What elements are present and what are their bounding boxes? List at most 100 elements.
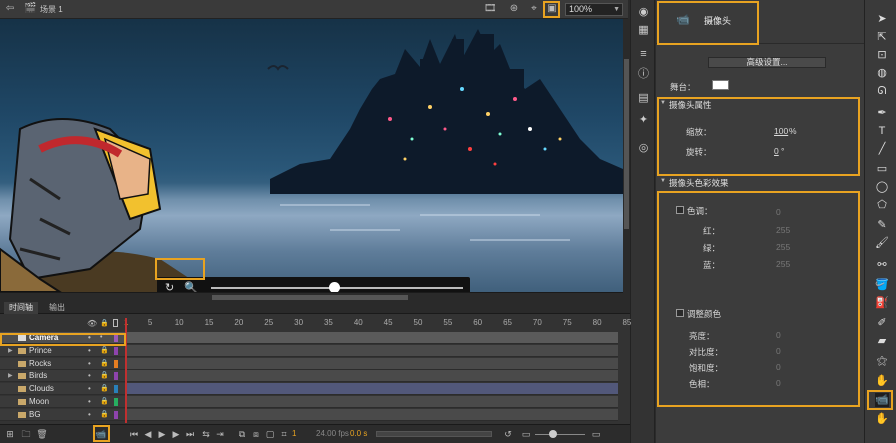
horizontal-scroll-thumb[interactable] bbox=[212, 295, 408, 300]
layer-row-bg[interactable]: BG • 🔒 bbox=[0, 408, 125, 421]
layer-name[interactable]: Rocks bbox=[29, 358, 51, 370]
ink-bottle-icon[interactable]: ⛽ bbox=[875, 296, 889, 310]
reset-zoom-icon[interactable]: ↺ bbox=[502, 428, 514, 440]
layer-color-swatch[interactable] bbox=[114, 359, 118, 368]
outline-all-icon[interactable] bbox=[113, 319, 118, 327]
edit-scene-icon[interactable]: 🎞 bbox=[484, 3, 497, 15]
delete-layer-icon[interactable]: 🗑 bbox=[36, 428, 48, 440]
text-tool-icon[interactable]: T bbox=[875, 124, 889, 138]
selection-tool-icon[interactable]: ➤ bbox=[875, 12, 889, 26]
visibility-dot[interactable]: • bbox=[88, 396, 91, 408]
lock-icon[interactable]: 🔒 bbox=[100, 370, 109, 382]
layer-color-swatch[interactable] bbox=[114, 410, 118, 419]
subselection-tool-icon[interactable]: ⇱ bbox=[875, 30, 889, 44]
paint-bucket-icon[interactable]: 🪣 bbox=[875, 278, 889, 292]
new-folder-icon[interactable]: 🗀 bbox=[20, 428, 32, 440]
current-frame[interactable]: 1 bbox=[292, 429, 296, 438]
lock-icon[interactable]: 🔒 bbox=[100, 409, 109, 421]
last-frame-icon[interactable]: ⏭ bbox=[184, 428, 196, 440]
layer-row-rocks[interactable]: Rocks • 🔒 bbox=[0, 357, 125, 370]
line-tool-icon[interactable]: ╱ bbox=[875, 142, 889, 156]
free-transform-icon[interactable]: ⊡ bbox=[875, 48, 889, 62]
rotate-camera-icon[interactable]: ↻ bbox=[165, 281, 174, 292]
frame-span[interactable] bbox=[125, 370, 618, 383]
layer-name[interactable]: Birds bbox=[29, 370, 47, 382]
zoom-tool-icon[interactable]: ✋ bbox=[875, 412, 889, 426]
properties-eye-icon[interactable]: ◉ bbox=[637, 6, 650, 19]
visibility-eye-icon[interactable]: 👁 bbox=[87, 319, 97, 328]
tab-timeline[interactable]: 时间轴 bbox=[4, 302, 38, 314]
layer-name[interactable]: BG bbox=[29, 409, 41, 421]
stage-color-swatch[interactable] bbox=[712, 80, 729, 90]
polystar-tool-icon[interactable]: ⬠ bbox=[875, 198, 889, 212]
frame-span[interactable] bbox=[125, 344, 618, 357]
visibility-dot[interactable]: • bbox=[88, 370, 91, 382]
info-icon[interactable]: ⓘ bbox=[637, 68, 650, 81]
oval-tool-icon[interactable]: ◯ bbox=[875, 180, 889, 194]
layer-row-prince[interactable]: ▶ Prince • 🔒 bbox=[0, 344, 125, 357]
expand-arrow-icon[interactable]: ▶ bbox=[8, 370, 13, 382]
play-icon[interactable]: ▶ bbox=[156, 428, 168, 440]
advanced-settings-button[interactable]: 高级设置... bbox=[708, 57, 826, 68]
timeline-zoom-handle[interactable] bbox=[549, 430, 557, 438]
pen-tool-icon[interactable]: ✒ bbox=[875, 106, 889, 120]
stage-canvas[interactable]: ↻ 🔍 bbox=[0, 19, 623, 292]
eyedropper-icon[interactable]: ✐ bbox=[875, 316, 889, 330]
frame-span[interactable] bbox=[125, 332, 618, 344]
fps-readout[interactable]: 24.00 fps bbox=[316, 429, 349, 438]
pencil-tool-icon[interactable]: ✎ bbox=[875, 218, 889, 232]
lock-icon[interactable]: 🔒 bbox=[100, 383, 109, 395]
motion-presets-icon[interactable]: ✦ bbox=[637, 114, 650, 127]
time-readout[interactable]: 0.0 s bbox=[350, 429, 367, 438]
frame-span[interactable] bbox=[125, 396, 618, 408]
first-frame-icon[interactable]: ⏮ bbox=[128, 428, 140, 440]
layer-row-clouds[interactable]: Clouds • 🔒 bbox=[0, 383, 125, 396]
lasso-tool-icon[interactable]: ᘏ bbox=[875, 84, 889, 98]
frame-ruler[interactable]: 1510152025303540455055606570758085 bbox=[124, 318, 631, 329]
vertical-scrollbar[interactable] bbox=[623, 19, 630, 301]
layer-name[interactable]: Moon bbox=[29, 396, 49, 408]
layer-name[interactable]: Prince bbox=[29, 345, 52, 357]
cc-library-icon[interactable]: ◎ bbox=[637, 142, 650, 155]
visibility-dot[interactable]: • bbox=[88, 358, 91, 370]
onion-markers-icon[interactable]: ⌗ bbox=[278, 428, 290, 440]
edit-symbol-icon[interactable]: ⊛ bbox=[508, 3, 520, 15]
edit-multiple-icon[interactable]: ▢ bbox=[264, 428, 276, 440]
brush-tool-icon[interactable]: 🖌 bbox=[875, 236, 889, 250]
width-tool-icon[interactable]: ⚝ bbox=[875, 354, 889, 368]
frame-span[interactable] bbox=[125, 408, 618, 421]
frame-span[interactable] bbox=[125, 383, 618, 396]
expand-arrow-icon[interactable]: ▶ bbox=[8, 345, 13, 357]
visibility-dot[interactable]: • bbox=[88, 383, 91, 395]
swatches-icon[interactable]: ▤ bbox=[637, 92, 650, 105]
back-arrow-icon[interactable]: ⇦ bbox=[4, 3, 16, 15]
zoom-in-large-icon[interactable]: ▭ bbox=[590, 428, 602, 440]
loop-icon[interactable]: ⇆ bbox=[200, 428, 212, 440]
onion-skin-icon[interactable]: ⧉ bbox=[236, 428, 248, 440]
vertical-scroll-thumb[interactable] bbox=[624, 59, 629, 229]
hand-tool-icon[interactable]: ✋ bbox=[875, 374, 889, 388]
rectangle-tool-icon[interactable]: ▭ bbox=[875, 162, 889, 176]
library-grid-icon[interactable]: ▦ bbox=[637, 24, 650, 37]
3d-rotation-icon[interactable]: ◍ bbox=[875, 66, 889, 80]
zoom-camera-icon[interactable]: 🔍 bbox=[184, 281, 198, 292]
step-back-icon[interactable]: ◀ bbox=[142, 428, 154, 440]
frame-span[interactable] bbox=[125, 357, 618, 370]
color-effect-section[interactable]: ▼ 摄像头色彩效果 bbox=[656, 177, 864, 188]
layer-color-swatch[interactable] bbox=[114, 346, 118, 355]
lock-icon[interactable]: 🔒 bbox=[100, 345, 109, 357]
tab-output[interactable]: 输出 bbox=[44, 302, 70, 314]
layer-row-moon[interactable]: Moon • 🔒 bbox=[0, 396, 125, 408]
layer-color-swatch[interactable] bbox=[114, 385, 118, 394]
lock-icon[interactable]: 🔒 bbox=[100, 358, 109, 370]
camera-slider-handle[interactable] bbox=[329, 282, 340, 292]
center-frame-icon[interactable]: ⇥ bbox=[214, 428, 226, 440]
step-forward-icon[interactable]: ▶ bbox=[170, 428, 182, 440]
horizontal-scrollbar[interactable] bbox=[0, 292, 623, 301]
layer-row-birds[interactable]: ▶ Birds • 🔒 bbox=[0, 370, 125, 383]
layer-name[interactable]: Clouds bbox=[29, 383, 54, 395]
zoom-select[interactable]: 100% ▼ bbox=[565, 3, 623, 16]
lock-icon[interactable]: 🔒 bbox=[100, 396, 109, 408]
timeline-zoom-slider[interactable] bbox=[535, 434, 585, 435]
eraser-tool-icon[interactable]: ▰ bbox=[875, 334, 889, 348]
